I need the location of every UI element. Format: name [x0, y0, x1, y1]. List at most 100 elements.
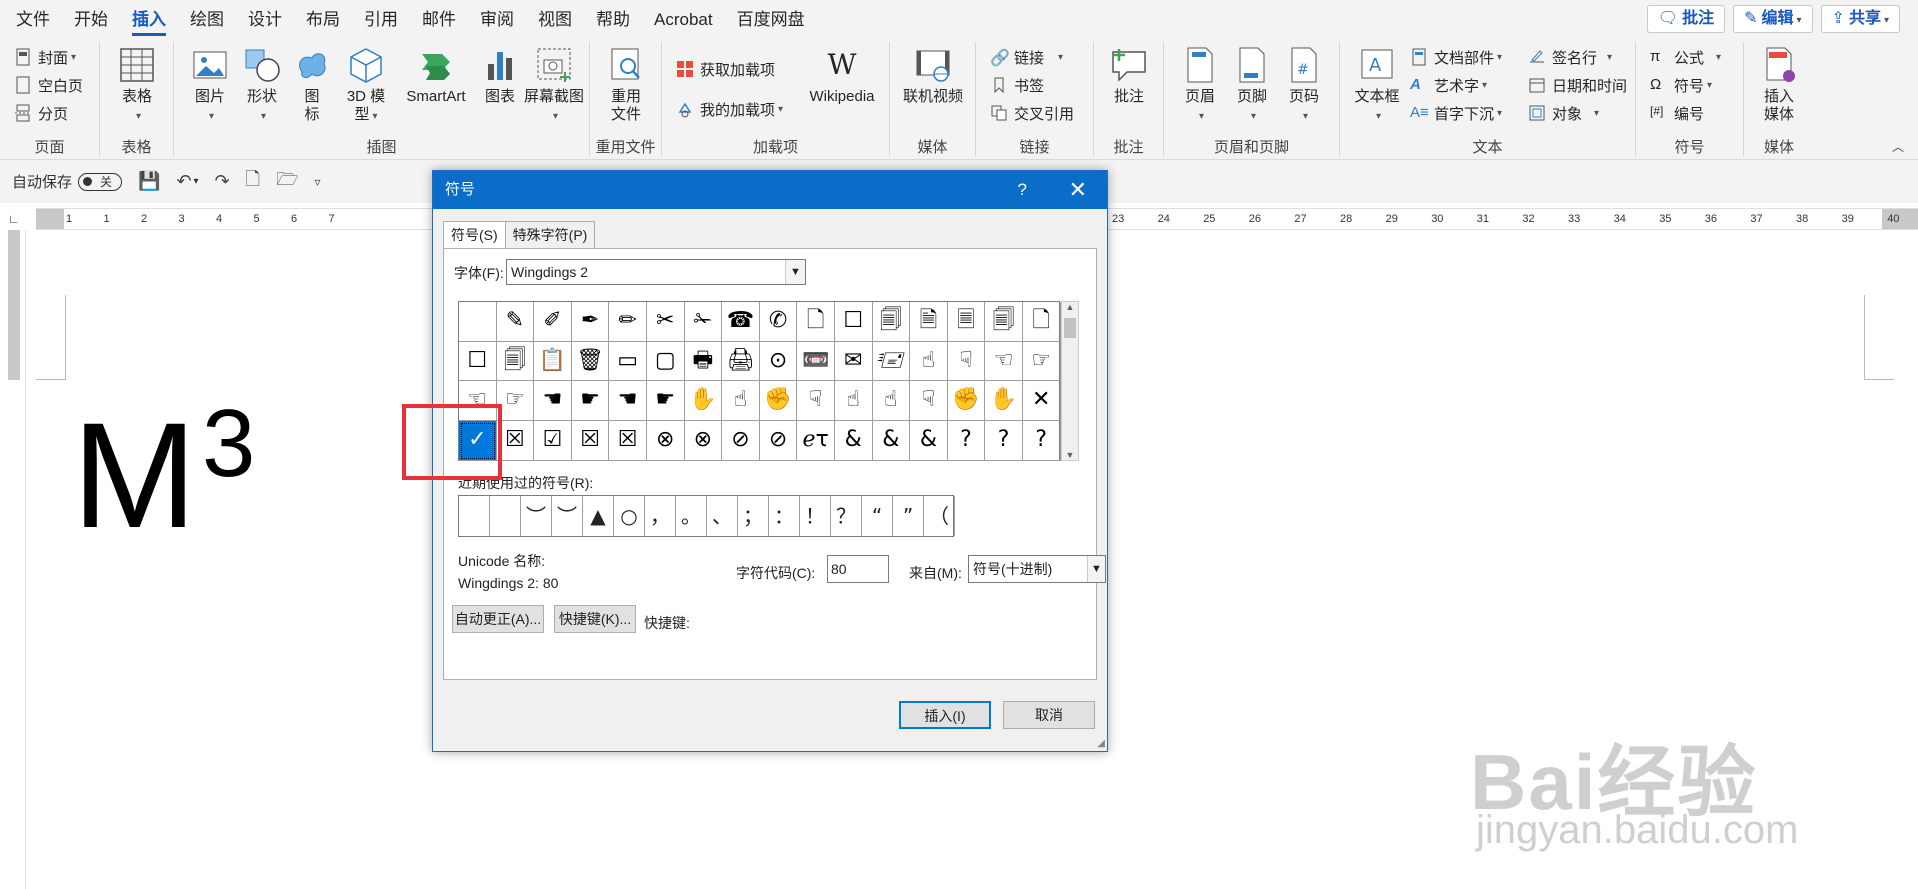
symbol-cell[interactable]: & — [834, 421, 873, 461]
symbol-cell[interactable]: ⊗ — [646, 421, 685, 461]
symbol-cell[interactable]: ☎ — [722, 302, 760, 342]
symbol-cell[interactable]: ? — [985, 421, 1023, 461]
symbol-cell[interactable]: ✐ — [534, 302, 572, 342]
symbol-cell[interactable]: ☒ — [571, 421, 610, 461]
symbol-cell[interactable]: ☑ — [534, 421, 572, 461]
recent-symbol-cell[interactable] — [459, 496, 490, 536]
symbol-cell[interactable]: & — [910, 421, 948, 461]
date-time-button[interactable]: 日期和时间 — [1528, 74, 1627, 96]
menu-tab-mailings[interactable]: 邮件 — [422, 0, 456, 38]
recent-symbol-cell[interactable]: ○ — [614, 496, 645, 536]
from-dropdown[interactable]: 符号(十进制) ▼ — [968, 555, 1106, 583]
symbol-cell[interactable]: 🖅 — [872, 341, 911, 382]
symbol-cell[interactable]: ✎ — [496, 302, 535, 342]
cancel-button[interactable]: 取消 — [1003, 701, 1095, 729]
blank-page-button[interactable]: 空白页 — [14, 74, 83, 96]
insert-media-button[interactable]: 插入 媒体 — [1756, 46, 1802, 124]
help-icon[interactable]: ? — [1018, 171, 1027, 209]
comments-button[interactable]: 🗨 批注 — [1646, 5, 1726, 33]
symbol-cell[interactable]: & — [872, 421, 911, 461]
symbol-cell[interactable]: ✋ — [684, 381, 723, 422]
symbol-cell[interactable]: 🗑 — [571, 341, 610, 382]
symbol-cell[interactable]: ☐ — [459, 341, 497, 382]
open-folder-icon[interactable]: 🗁 — [276, 167, 298, 197]
equation-button[interactable]: π 公式 ▾ — [1650, 46, 1721, 68]
symbol-cell[interactable]: ⊘ — [722, 421, 760, 461]
tab-symbols[interactable]: 符号(S) — [443, 221, 506, 251]
recent-symbol-cell[interactable]: （ — [924, 496, 955, 536]
quick-parts-button[interactable]: 文档部件 ▾ — [1410, 46, 1502, 68]
text-box-button[interactable]: A 文本框 ▾ — [1352, 46, 1402, 126]
symbol-cell[interactable]: ☝ — [722, 381, 760, 422]
scroll-down-icon[interactable]: ▼ — [1062, 450, 1078, 460]
font-dropdown[interactable]: Wingdings 2 ▼ — [506, 259, 806, 285]
chevron-down-icon[interactable]: ▾ — [194, 176, 199, 187]
symbol-cell[interactable]: ✒ — [571, 302, 610, 342]
menu-tab-layout[interactable]: 布局 — [306, 0, 340, 38]
menu-tab-references[interactable]: 引用 — [364, 0, 398, 38]
get-addins-button[interactable]: 获取加载项 — [676, 58, 775, 80]
symbol-cell[interactable] — [459, 302, 497, 342]
symbol-cell[interactable]: 📼 — [797, 341, 835, 382]
menu-tab-help[interactable]: 帮助 — [596, 0, 630, 38]
menu-tab-home[interactable]: 开始 — [74, 0, 108, 38]
shortcut-key-button[interactable]: 快捷键(K)... — [554, 605, 636, 633]
symbol-cell[interactable]: ✕ — [1022, 381, 1061, 422]
symbol-cell[interactable]: 🗏 — [947, 302, 986, 342]
symbol-cell[interactable]: ☒ — [496, 421, 535, 461]
chevron-down-icon[interactable]: ▼ — [1087, 556, 1105, 582]
symbol-cell[interactable]: 📋 — [534, 341, 572, 382]
symbol-cell[interactable]: ? — [1022, 421, 1061, 461]
new-document-icon[interactable]: 🗋 — [246, 167, 260, 197]
bookmark-button[interactable]: 书签 — [990, 74, 1044, 96]
recent-symbol-cell[interactable]: 、 — [707, 496, 738, 536]
recent-symbol-cell[interactable]: “ — [862, 496, 893, 536]
recent-symbol-cell[interactable]: ︶ — [521, 496, 552, 536]
customize-toolbar-icon[interactable]: ▿ — [314, 175, 320, 189]
numbering-button[interactable]: [#] 编号 — [1650, 102, 1704, 124]
undo-icon[interactable]: ↶ — [176, 171, 191, 192]
recent-symbol-cell[interactable]: ▲ — [583, 496, 614, 536]
recent-symbol-cell[interactable]: ︶ — [552, 496, 583, 536]
symbol-cell[interactable]: ☝ — [872, 381, 911, 422]
symbol-cell[interactable]: ☐ — [834, 302, 873, 342]
symbol-cell[interactable]: ☞ — [496, 381, 535, 422]
resize-grip-icon[interactable]: ◢ — [1097, 738, 1105, 749]
pictures-button[interactable]: 图片 ▾ — [188, 46, 232, 126]
symbol-cell[interactable]: 🗐 — [872, 302, 911, 342]
smartart-button[interactable]: SmartArt — [398, 46, 474, 106]
icons-button[interactable]: 图标 — [292, 46, 332, 124]
redo-icon[interactable]: ↷ — [215, 171, 230, 192]
symbol-cell[interactable]: ☞ — [1022, 341, 1061, 382]
symbol-cell[interactable]: ☚ — [609, 381, 647, 422]
symbol-cell[interactable]: ✂ — [646, 302, 685, 342]
new-comment-button[interactable]: 批注 — [1104, 46, 1154, 106]
menu-tab-baidu-netdisk[interactable]: 百度网盘 — [737, 0, 805, 38]
symbol-cell[interactable]: ✁ — [684, 302, 723, 342]
symbol-cell[interactable]: ✏ — [609, 302, 647, 342]
share-button[interactable]: ⇪ 共享 ▾ — [1820, 5, 1900, 33]
editing-button[interactable]: ✎ 编辑 ▾ — [1733, 5, 1813, 33]
symbol-cell[interactable]: ▢ — [646, 341, 685, 382]
wikipedia-button[interactable]: W Wikipedia — [802, 46, 882, 106]
menu-tab-draw[interactable]: 绘图 — [190, 0, 224, 38]
wordart-button[interactable]: A 艺术字 ▾ — [1410, 74, 1487, 96]
symbol-cell[interactable]: 🗋 — [1022, 302, 1061, 342]
character-code-input[interactable]: 80 — [827, 555, 889, 583]
symbol-cell[interactable]: ? — [947, 421, 986, 461]
symbol-cell[interactable]: 🗐 — [496, 341, 535, 382]
symbol-cell[interactable]: ✆ — [759, 302, 798, 342]
my-addins-button[interactable]: 我的加载项 ▾ — [676, 98, 783, 120]
tab-special-characters[interactable]: 特殊字符(P) — [504, 221, 596, 249]
reuse-files-button[interactable]: 重用 文件 — [604, 46, 648, 124]
online-video-button[interactable]: 联机视频 — [898, 46, 968, 106]
recent-symbol-cell[interactable] — [490, 496, 521, 536]
symbol-cell[interactable]: ☛ — [571, 381, 610, 422]
signature-line-button[interactable]: 签名行 ▾ — [1528, 46, 1612, 68]
menu-tab-file[interactable]: 文件 — [16, 0, 50, 38]
scroll-up-icon[interactable]: ▲ — [1062, 302, 1078, 312]
dialog-title-bar[interactable]: 符号 ? ✕ — [433, 171, 1107, 209]
symbol-cell[interactable]: 🖶 — [684, 341, 723, 382]
recent-symbol-cell[interactable]: ； — [738, 496, 769, 536]
symbol-cell[interactable]: ☟ — [947, 341, 986, 382]
